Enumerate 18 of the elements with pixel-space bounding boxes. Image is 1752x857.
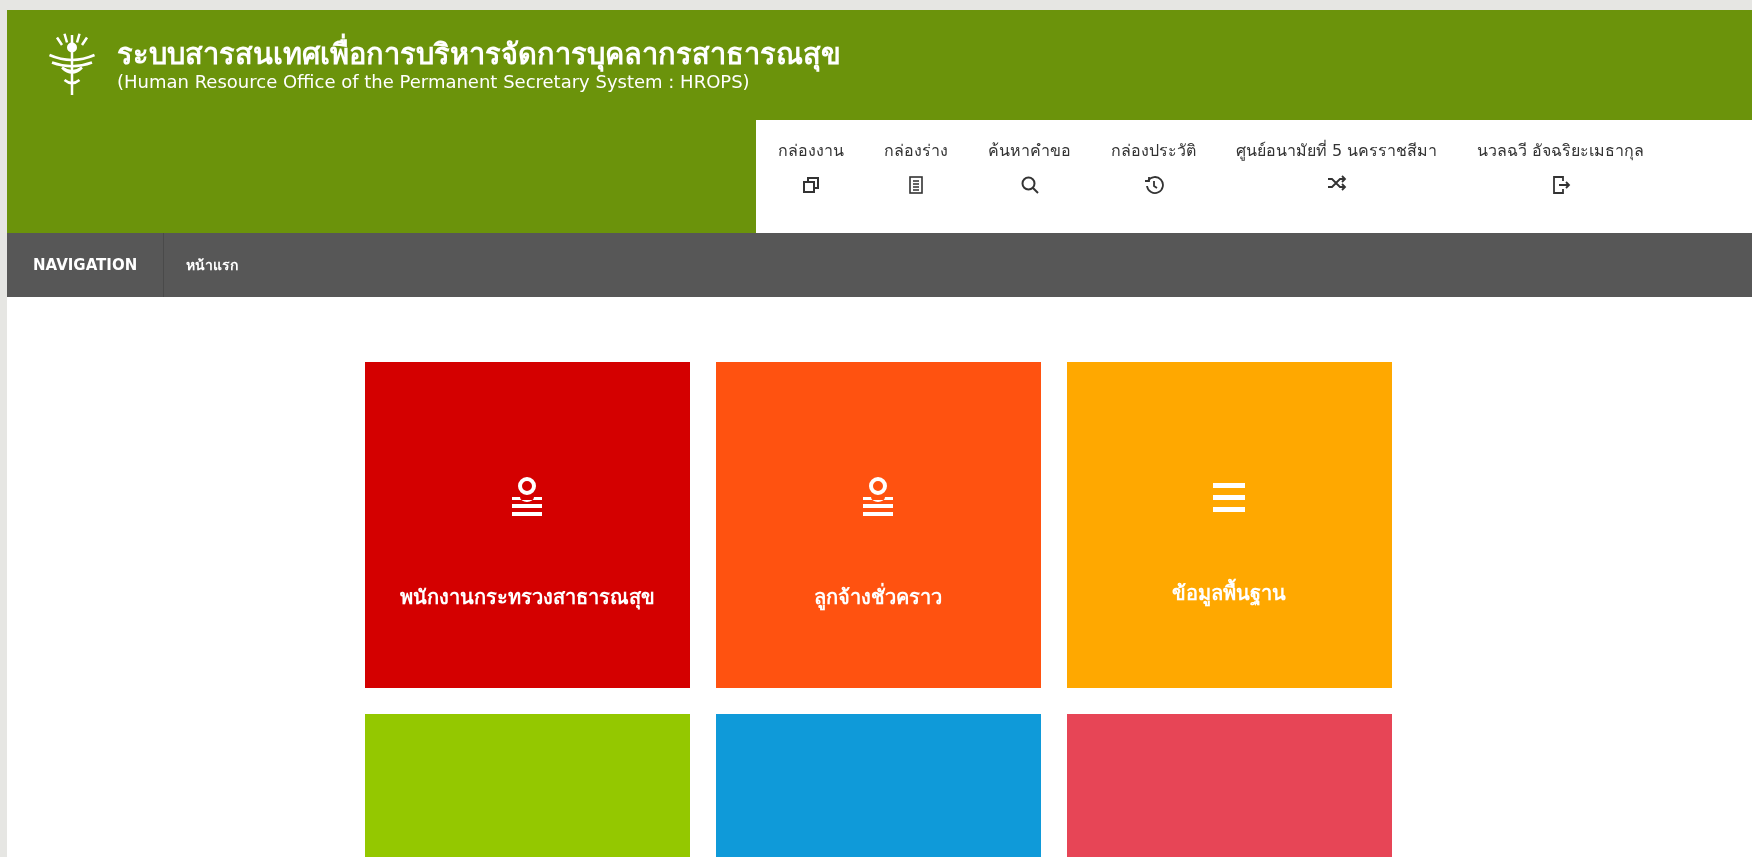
logout-icon [1550, 175, 1571, 195]
search-icon [1019, 175, 1040, 195]
navigation-label: NAVIGATION [7, 233, 165, 297]
history-icon [1143, 175, 1164, 195]
toolbar-link[interactable]: ค้นหาคำขอ [988, 138, 1071, 195]
person-icon [510, 477, 544, 517]
shuffle-icon [1326, 175, 1347, 191]
toolbar-link[interactable]: กล่องงาน [778, 138, 844, 195]
toolbar-link[interactable]: กล่องประวัติ [1111, 138, 1196, 195]
breadcrumb-link[interactable]: หน้าแรก [164, 233, 261, 297]
list-icon [1213, 481, 1245, 513]
document-icon [906, 175, 926, 195]
toolbar-link[interactable]: กล่องร่าง [884, 138, 948, 195]
windows-icon [801, 175, 821, 195]
person-icon [861, 477, 895, 517]
menu-tile[interactable]: พนักงานกระทรวงสาธารณสุข [364, 362, 690, 688]
toolbar-link[interactable]: ศูนย์อนามัยที่ 5 นครราชสีมา [1236, 138, 1438, 191]
toolbar-link[interactable]: นวลฉวี อัจฉริยะเมธากุล [1477, 138, 1645, 195]
